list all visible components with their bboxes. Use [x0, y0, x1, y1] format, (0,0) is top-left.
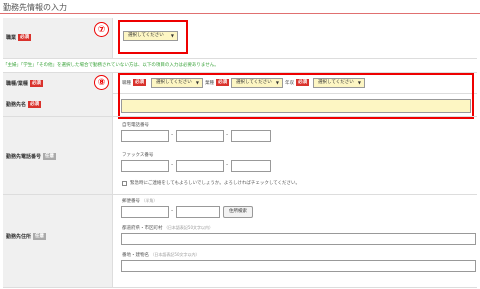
section-title: 勤務先情報の入力: [3, 3, 67, 12]
prefecture-label: 都道府県・市区町村 （日本語表記50文字以内）: [122, 225, 214, 231]
dash: -: [171, 207, 174, 214]
dash: -: [226, 131, 229, 138]
address-search-button[interactable]: 住所検索: [223, 206, 253, 218]
home-phone-part3[interactable]: [231, 130, 271, 142]
job-label: 職種/業種: [6, 81, 28, 87]
job-type-label: 職種 必須: [122, 79, 146, 86]
zip-label: 郵便番号 （半角）: [122, 198, 158, 204]
industry-label: 業種 必須: [205, 79, 229, 86]
job-type-select[interactable]: 選択してください ▼: [151, 78, 203, 88]
street-label: 番地・建物名 （日本語表記50文字以内）: [122, 252, 200, 258]
dash: -: [171, 131, 174, 138]
home-phone-label: 自宅電話番号: [122, 123, 149, 128]
occupation-row: 職業 必須: [3, 18, 477, 59]
fax-part1[interactable]: [121, 160, 169, 172]
marker-8: ⑧: [94, 75, 109, 90]
street-input[interactable]: [121, 260, 476, 272]
address-label: 勤務先住所: [6, 234, 32, 240]
fax-part2[interactable]: [176, 160, 224, 172]
phone-label-cell: 勤務先電話番号 任意: [3, 117, 113, 194]
chevron-down-icon: ▼: [357, 80, 361, 85]
home-phone-part1[interactable]: [121, 130, 169, 142]
home-phone-part2[interactable]: [176, 130, 224, 142]
phone-label-wrap: 勤務先電話番号 任意: [6, 153, 57, 160]
optional-badge: 任意: [33, 233, 47, 240]
dash: -: [226, 161, 229, 168]
company-label-cell: 勤務先名 必須: [3, 93, 113, 116]
zip-part2[interactable]: [176, 206, 220, 218]
marker-7: ⑦: [94, 22, 109, 37]
required-badge: 必須: [18, 34, 32, 41]
zip-part1[interactable]: [121, 206, 169, 218]
section-divider: [0, 13, 480, 14]
job-label-wrap: 職種/業種 必須: [6, 80, 43, 87]
occupation-label: 職業: [6, 35, 17, 41]
fax-part3[interactable]: [231, 160, 271, 172]
address-label-wrap: 勤務先住所 任意: [6, 233, 47, 240]
emergency-contact-text: 緊急時にご連絡をしてもよろしいでしょうか。よろしければチェックしてください。: [130, 181, 301, 186]
income-select[interactable]: 選択してください ▼: [313, 78, 365, 88]
phone-label: 勤務先電話番号: [6, 154, 42, 160]
chevron-down-icon: ▼: [170, 33, 174, 38]
optional-badge: 任意: [43, 153, 57, 160]
address-label-cell: 勤務先住所 任意: [3, 195, 113, 287]
occupation-select[interactable]: 選択してください ▼: [123, 31, 178, 41]
company-label: 勤務先名: [6, 102, 27, 108]
industry-select[interactable]: 選択してください ▼: [231, 78, 283, 88]
required-badge: 必須: [28, 101, 42, 108]
notice-text: 「主婦」「学生」「その他」を選択した場合で勤務されていない方は、以下の項目の入力…: [3, 63, 219, 68]
income-label: 年収 必須: [285, 79, 309, 86]
chevron-down-icon: ▼: [195, 80, 199, 85]
fax-label: ファックス番号: [122, 153, 154, 158]
company-label-wrap: 勤務先名 必須: [6, 101, 42, 108]
required-badge: 必須: [29, 80, 43, 87]
occupation-select-value: 選択してください: [128, 33, 164, 38]
chevron-down-icon: ▼: [275, 80, 279, 85]
emergency-contact-checkbox[interactable]: [122, 181, 127, 186]
occupation-label-wrap: 職業 必須: [6, 34, 32, 41]
prefecture-input[interactable]: [121, 233, 476, 245]
company-name-input[interactable]: [121, 99, 471, 113]
dash: -: [171, 161, 174, 168]
